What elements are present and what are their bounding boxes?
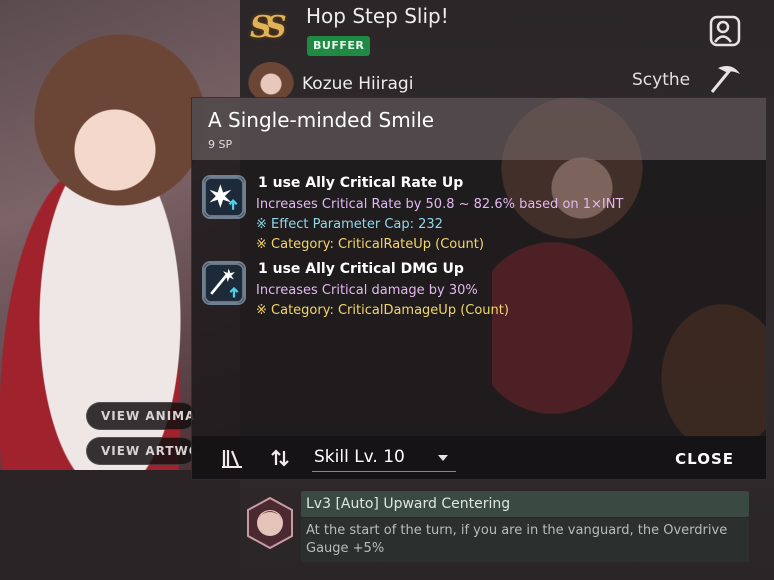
- skill-header: SS Hop Step Slip! BUFFER Kozue Hiiragi S…: [244, 0, 774, 102]
- ss-rank-icon: SS: [250, 10, 287, 45]
- effect-parameter-cap: ※ Effect Parameter Cap: 232: [256, 217, 443, 232]
- close-button[interactable]: CLOSE: [675, 450, 734, 468]
- view-artwork-button[interactable]: VIEW ARTWO: [86, 437, 196, 465]
- scythe-icon: [710, 66, 740, 93]
- effect-item: 1 use Ally Critical DMG Up Increases Cri…: [202, 261, 762, 323]
- buffer-badge: BUFFER: [307, 36, 371, 56]
- skill-detail-modal: A Single-minded Smile 9 SP 1 use Ally Cr…: [191, 97, 767, 480]
- character-name: Kozue Hiiragi: [302, 74, 414, 94]
- effect-description: Increases Critical damage by 30%: [256, 283, 478, 298]
- modal-header: A Single-minded Smile 9 SP: [192, 98, 766, 160]
- critical-rate-up-icon: [202, 175, 246, 219]
- effect-item: 1 use Ally Critical Rate Up Increases Cr…: [202, 175, 762, 255]
- skill-level-select[interactable]: Skill Lv. 10: [312, 444, 456, 472]
- library-icon[interactable]: [221, 447, 243, 469]
- passive-skill-description: At the start of the turn, if you are in …: [301, 518, 749, 562]
- passive-skill-icon: [247, 496, 293, 550]
- critical-damage-up-icon: [202, 261, 246, 305]
- modal-footer: Skill Lv. 10 CLOSE: [192, 436, 766, 479]
- chevron-down-icon: [438, 455, 448, 461]
- effect-category: ※ Category: CriticalDamageUp (Count): [256, 303, 509, 318]
- skill-title: Hop Step Slip!: [306, 4, 449, 28]
- view-animation-button[interactable]: VIEW ANIMATI: [86, 402, 196, 430]
- effect-name: 1 use Ally Critical DMG Up: [258, 261, 464, 277]
- sort-toggle-icon[interactable]: [269, 447, 291, 469]
- profile-card-icon[interactable]: [708, 14, 742, 48]
- sp-cost: 9 SP: [208, 138, 233, 151]
- modal-title: A Single-minded Smile: [208, 108, 435, 132]
- passive-skill-title: Lv3 [Auto] Upward Centering: [301, 491, 749, 517]
- effect-description: Increases Critical Rate by 50.8 ~ 82.6% …: [256, 197, 624, 212]
- effect-name: 1 use Ally Critical Rate Up: [258, 175, 464, 191]
- effect-category: ※ Category: CriticalRateUp (Count): [256, 237, 484, 252]
- character-avatar: [248, 62, 294, 102]
- weapon-type-label: Scythe: [632, 70, 691, 90]
- skill-level-label: Skill Lv. 10: [314, 447, 405, 467]
